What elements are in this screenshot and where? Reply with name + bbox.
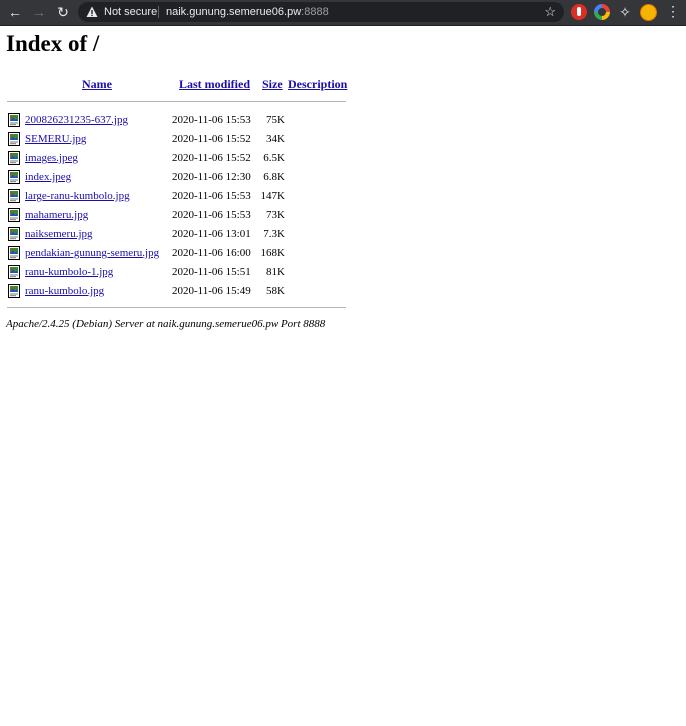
file-link[interactable]: images.jpeg [25,151,78,165]
avatar[interactable] [640,4,657,21]
size-cell: 75K [266,114,285,126]
size-cell: 168K [260,247,285,259]
file-row: ranu-kumbolo-1.jpg 2020-11-06 15:51 81K [0,262,360,281]
file-link[interactable]: ranu-kumbolo-1.jpg [25,265,113,279]
file-row: 200826231235-637.jpg 2020-11-06 15:53 75K [0,110,360,129]
file-link[interactable]: naiksemeru.jpg [25,227,93,241]
image-file-icon [8,208,20,222]
last-modified-cell: 2020-11-06 15:52 [172,152,251,164]
omnibox-divider [158,6,159,18]
address-bar[interactable]: Not secure naik.gunung.semerue06.pw:8888… [78,2,564,22]
url-text[interactable]: naik.gunung.semerue06.pw:8888 [166,5,329,19]
file-link[interactable]: pendakian-gunung-semeru.jpg [25,246,159,260]
last-modified-cell: 2020-11-06 15:53 [172,190,251,202]
image-file-icon [8,189,20,203]
header-divider [7,101,346,102]
sort-by-description-link[interactable]: Description [288,77,347,92]
image-file-icon [8,284,20,298]
last-modified-cell: 2020-11-06 15:52 [172,133,251,145]
file-link[interactable]: 200826231235-637.jpg [25,113,128,127]
star-icon[interactable]: ☆ [544,4,556,20]
image-file-icon [8,151,20,165]
file-row: images.jpeg 2020-11-06 15:52 6.5K [0,148,360,167]
sort-by-last-modified-link[interactable]: Last modified [179,77,250,92]
file-row: SEMERU.jpg 2020-11-06 15:52 34K [0,129,360,148]
image-file-icon [8,246,20,260]
size-cell: 81K [266,266,285,278]
image-file-icon [8,265,20,279]
image-file-icon [8,113,20,127]
sort-by-size-link[interactable]: Size [262,77,283,92]
file-link[interactable]: mahameru.jpg [25,208,88,222]
url-host: naik.gunung.semerue06.pw [166,6,302,18]
arrow-left-icon[interactable]: ← [7,4,23,20]
warning-icon[interactable] [86,6,98,18]
security-label[interactable]: Not secure [104,5,157,19]
footer-divider [7,307,346,308]
page-title: Index of / [6,31,100,56]
file-row: large-ranu-kumbolo.jpg 2020-11-06 15:53 14… [0,186,360,205]
file-row: ranu-kumbolo.jpg 2020-11-06 15:49 58K [0,281,360,300]
browser-toolbar: ← → ↻ Not secure naik.gunung.semerue06.p… [0,0,686,26]
file-row: mahameru.jpg 2020-11-06 15:53 73K [0,205,360,224]
reload-icon[interactable]: ↻ [55,4,71,20]
size-cell: 6.5K [263,152,285,164]
size-cell: 7.3K [263,228,285,240]
size-cell: 34K [266,133,285,145]
size-cell: 6.8K [263,171,285,183]
file-row: index.jpeg 2020-11-06 12:30 6.8K [0,167,360,186]
last-modified-cell: 2020-11-06 15:51 [172,266,251,278]
menu-dots-icon[interactable]: ⋮ [666,3,680,19]
file-link[interactable]: SEMERU.jpg [25,132,86,146]
file-link[interactable]: index.jpeg [25,170,71,184]
size-cell: 73K [266,209,285,221]
file-row: pendakian-gunung-semeru.jpg 2020-11-06 16… [0,243,360,262]
last-modified-cell: 2020-11-06 15:49 [172,285,251,297]
file-row: naiksemeru.jpg 2020-11-06 13:01 7.3K [0,224,360,243]
last-modified-cell: 2020-11-06 13:01 [172,228,251,240]
file-link[interactable]: ranu-kumbolo.jpg [25,284,104,298]
arrow-right-icon[interactable]: → [31,4,47,20]
file-link[interactable]: large-ranu-kumbolo.jpg [25,189,130,203]
image-file-icon [8,227,20,241]
size-cell: 147K [260,190,285,202]
sort-by-name-link[interactable]: Name [82,77,112,92]
last-modified-cell: 2020-11-06 15:53 [172,209,251,221]
image-file-icon [8,170,20,184]
extension-color-icon[interactable] [594,4,610,20]
url-port: :8888 [301,6,329,18]
puzzle-icon[interactable]: ✧ [617,4,633,20]
size-cell: 58K [266,285,285,297]
last-modified-cell: 2020-11-06 16:00 [172,247,251,259]
last-modified-cell: 2020-11-06 15:53 [172,114,251,126]
extension-red-icon[interactable] [571,4,587,20]
last-modified-cell: 2020-11-06 12:30 [172,171,251,183]
server-signature: Apache/2.4.25 (Debian) Server at naik.gu… [6,318,326,330]
image-file-icon [8,132,20,146]
